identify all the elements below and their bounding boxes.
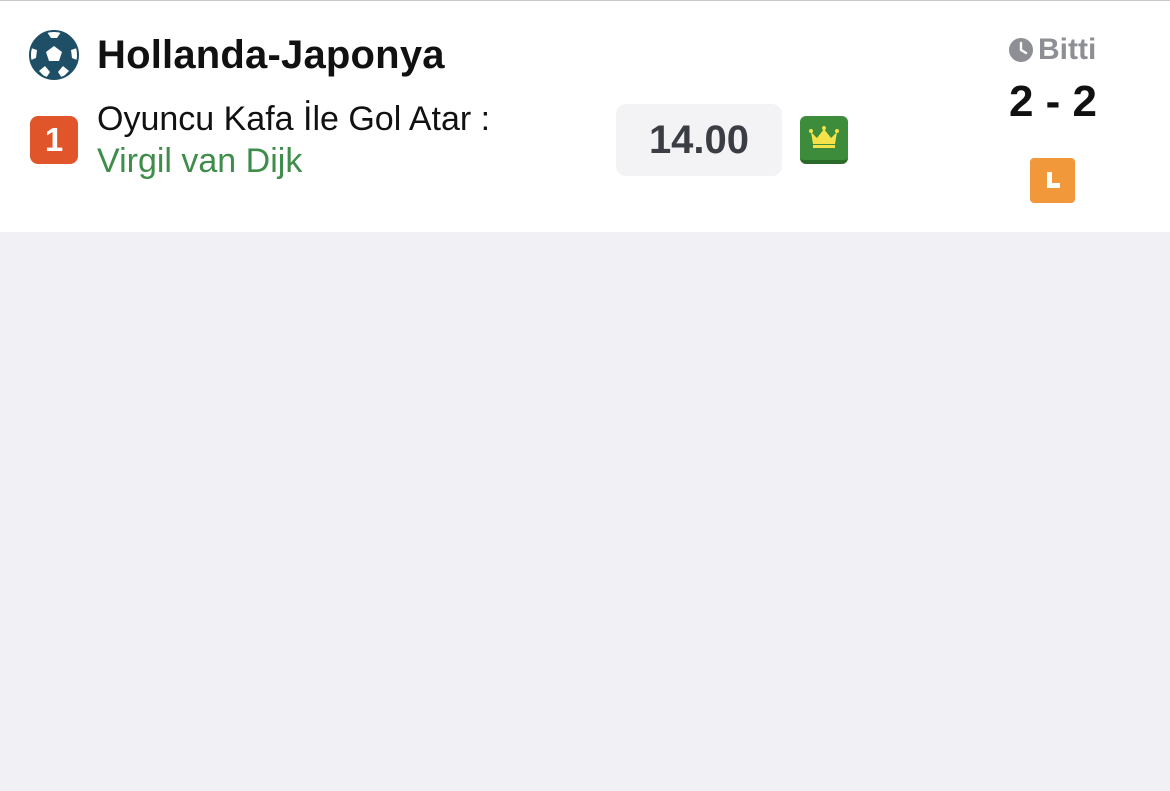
crown-icon	[800, 116, 848, 164]
match-title[interactable]: Hollanda-Japonya	[97, 33, 445, 78]
match-score: 2 - 2	[1008, 77, 1098, 126]
clock-icon	[1009, 38, 1033, 62]
selection-number-badge: 1	[30, 116, 78, 164]
match-status: Bitti	[1008, 33, 1108, 66]
status-text: Bitti	[1038, 33, 1097, 66]
l-icon	[1030, 158, 1075, 203]
market-label: Oyuncu Kafa İle Gol Atar :	[97, 100, 491, 138]
odds-value: 14.00	[616, 104, 782, 176]
bet-card[interactable]: Hollanda-Japonya 1 Oyuncu Kafa İle Gol A…	[0, 0, 1170, 232]
selection-name: Virgil van Dijk	[97, 142, 303, 180]
football-icon	[29, 30, 79, 80]
